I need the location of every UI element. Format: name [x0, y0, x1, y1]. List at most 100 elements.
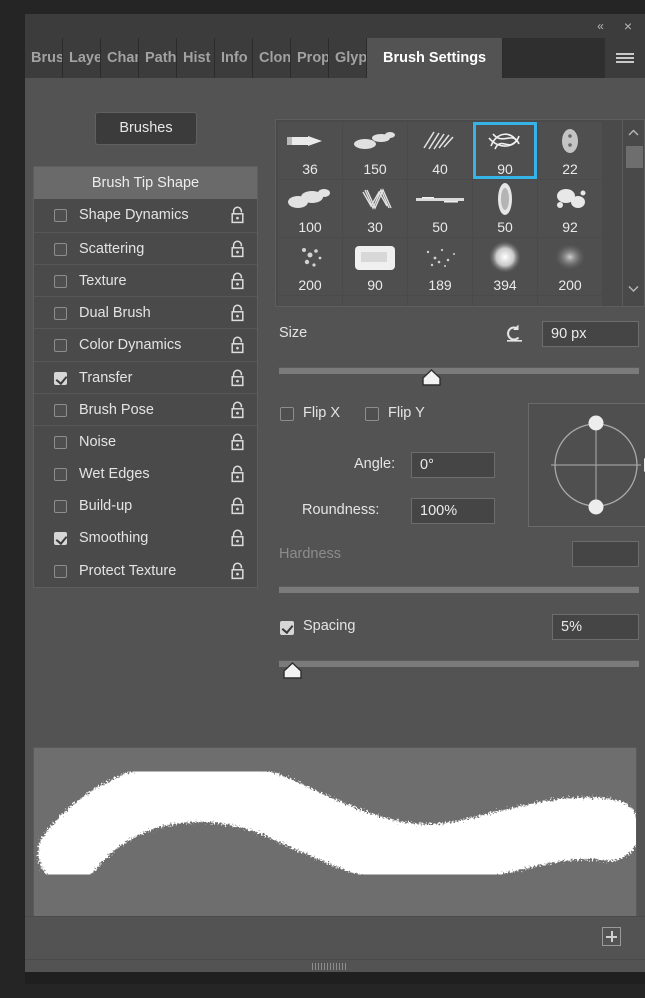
brush-preset-cell[interactable]: 90 [343, 238, 407, 295]
option-label: Build-up [79, 490, 132, 522]
scrollbar-thumb[interactable] [626, 146, 643, 168]
option-checkbox[interactable] [54, 243, 67, 256]
unlock-icon[interactable] [230, 529, 245, 547]
collapse-panel-button[interactable]: « [587, 14, 613, 38]
brush-preset-cell[interactable]: 22 [538, 122, 602, 179]
option-checkbox[interactable] [54, 468, 67, 481]
unlock-icon[interactable] [230, 433, 245, 451]
brush-preset-cell[interactable]: 90 [473, 122, 537, 179]
unlock-icon[interactable] [230, 206, 245, 224]
brush-preset-cell[interactable]: 394 [473, 238, 537, 295]
tab-history[interactable]: Hist [177, 38, 215, 78]
option-checkbox[interactable] [54, 404, 67, 417]
option-checkbox[interactable] [54, 500, 67, 513]
brush-preset-cell[interactable]: 50 [408, 180, 472, 237]
brush-size-label: 50 [473, 219, 537, 235]
option-checkbox[interactable] [54, 565, 67, 578]
option-checkbox[interactable] [54, 372, 67, 385]
size-slider-track[interactable] [279, 367, 639, 374]
chevron-up-icon[interactable] [628, 129, 639, 136]
unlock-icon[interactable] [230, 336, 245, 354]
brush-preset-cell[interactable]: 189 [408, 238, 472, 295]
brush-preset-cell[interactable] [408, 296, 472, 307]
brush-preset-cell[interactable] [278, 296, 342, 307]
brush-grid-scrollbar[interactable] [622, 120, 644, 306]
brushes-button[interactable]: Brushes [95, 112, 197, 145]
reset-arrow-icon[interactable] [503, 322, 525, 344]
tab-paths[interactable]: Path [139, 38, 177, 78]
unlock-icon[interactable] [230, 497, 245, 515]
brush-preset-cell[interactable]: 40 [408, 122, 472, 179]
brush-size-label: 30 [343, 219, 407, 235]
spacing-checkbox[interactable] [280, 621, 294, 635]
unlock-icon[interactable] [230, 401, 245, 419]
plus-icon[interactable] [602, 927, 621, 946]
flip-y-checkbox[interactable] [365, 407, 379, 421]
brush-preset-cell[interactable] [538, 296, 602, 307]
flip-x-checkbox[interactable] [280, 407, 294, 421]
brush-size-label: 394 [473, 277, 537, 293]
option-row-protect-texture[interactable]: Protect Texture [34, 555, 257, 587]
oval-dots-thumbnail [538, 124, 602, 158]
option-row-smoothing[interactable]: Smoothing [34, 522, 257, 554]
option-row-build-up[interactable]: Build-up [34, 490, 257, 522]
tab-layers[interactable]: Laye [63, 38, 101, 78]
brush-size-label: 150 [343, 161, 407, 177]
brush-preset-cell[interactable]: 92 [538, 180, 602, 237]
chevron-down-icon[interactable] [628, 285, 639, 292]
option-row-scattering[interactable]: Scattering [34, 232, 257, 264]
option-checkbox[interactable] [54, 339, 67, 352]
panel-title-bar: « × [25, 14, 645, 38]
tab-brushes[interactable]: Brus [25, 38, 63, 78]
option-row-color-dynamics[interactable]: Color Dynamics [34, 328, 257, 360]
angle-input[interactable]: 0° [411, 452, 495, 478]
tab-brush-settings[interactable]: Brush Settings [367, 38, 503, 78]
scatter-streak-thumbnail [343, 124, 407, 158]
hamburger-menu-icon[interactable] [605, 38, 645, 78]
panel-body: Brushes Brush Tip ShapeShape Dynamics Sc… [25, 78, 645, 984]
tab-channels[interactable]: Chan [101, 38, 139, 78]
size-slider-thumb[interactable] [421, 369, 442, 386]
option-row-shape-dynamics[interactable]: Shape Dynamics [34, 199, 257, 231]
brush-preset-grid[interactable]: 361504090221003050509220090189394200 [275, 119, 645, 307]
option-row-brush-pose[interactable]: Brush Pose [34, 393, 257, 425]
option-row-dual-brush[interactable]: Dual Brush [34, 296, 257, 328]
option-checkbox[interactable] [54, 209, 67, 222]
size-input[interactable]: 90 px [542, 321, 639, 347]
brush-preset-cell[interactable]: 100 [278, 180, 342, 237]
brush-preset-cell[interactable]: 200 [278, 238, 342, 295]
option-row-texture[interactable]: Texture [34, 264, 257, 296]
tab-properties[interactable]: Prop [291, 38, 329, 78]
tab-glyphs[interactable]: Glyp [329, 38, 367, 78]
option-row-transfer[interactable]: Transfer [34, 361, 257, 393]
brush-preset-cell[interactable]: 200 [538, 238, 602, 295]
brush-preset-cell[interactable]: 50 [473, 180, 537, 237]
unlock-icon[interactable] [230, 240, 245, 258]
brush-angle-preview[interactable] [528, 403, 645, 527]
spacing-slider-thumb[interactable] [282, 662, 303, 679]
brush-preset-cell[interactable]: 150 [343, 122, 407, 179]
unlock-icon[interactable] [230, 562, 245, 580]
unlock-icon[interactable] [230, 465, 245, 483]
spacing-input[interactable]: 5% [552, 614, 639, 640]
spacing-slider-track[interactable] [279, 660, 639, 667]
tab-clone-source[interactable]: Clon [253, 38, 291, 78]
brush-preset-cell[interactable] [343, 296, 407, 307]
panel-resize-grip[interactable] [25, 959, 645, 972]
unlock-icon[interactable] [230, 369, 245, 387]
option-checkbox[interactable] [54, 275, 67, 288]
close-panel-button[interactable]: × [615, 14, 641, 38]
unlock-icon[interactable] [230, 304, 245, 322]
option-row-brush-tip-shape[interactable]: Brush Tip Shape [34, 167, 257, 199]
roundness-input[interactable]: 100% [411, 498, 495, 524]
tab-info[interactable]: Info [215, 38, 253, 78]
unlock-icon[interactable] [230, 272, 245, 290]
brush-preset-cell[interactable] [473, 296, 537, 307]
option-row-wet-edges[interactable]: Wet Edges [34, 458, 257, 490]
option-checkbox[interactable] [54, 532, 67, 545]
brush-preset-cell[interactable]: 36 [278, 122, 342, 179]
option-checkbox[interactable] [54, 436, 67, 449]
option-row-noise[interactable]: Noise [34, 425, 257, 457]
option-checkbox[interactable] [54, 307, 67, 320]
brush-preset-cell[interactable]: 30 [343, 180, 407, 237]
